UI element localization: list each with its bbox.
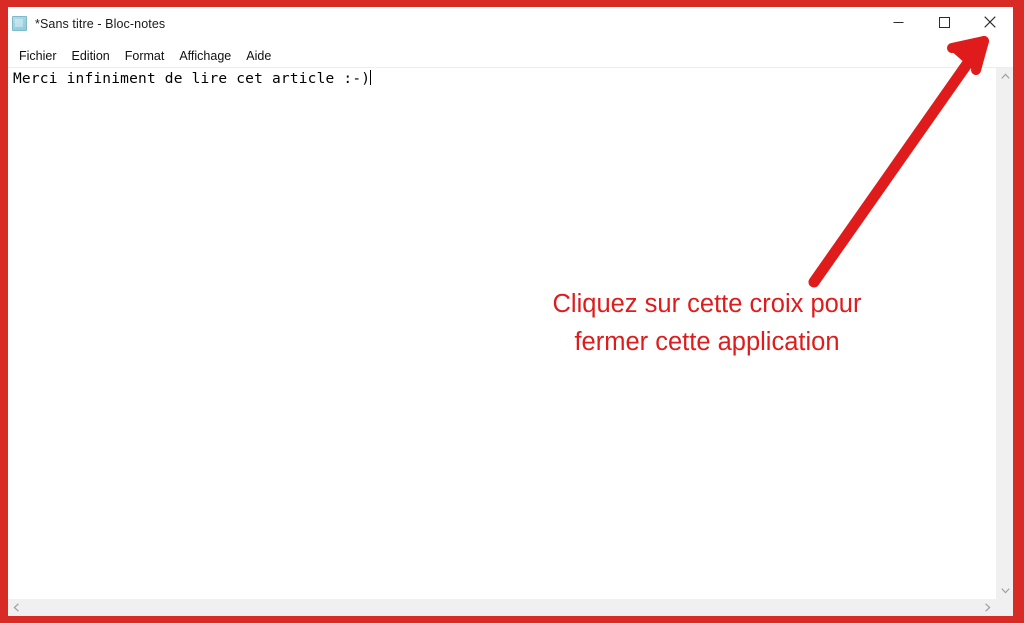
screenshot-root: *Sans titre - Bloc-notes Fichier Edition… bbox=[0, 0, 1024, 623]
chevron-down-icon bbox=[1001, 588, 1010, 594]
chevron-left-icon bbox=[13, 603, 19, 612]
annotation-caption: Cliquez sur cette croix pour fermer cett… bbox=[552, 290, 862, 356]
vertical-scrollbar[interactable] bbox=[996, 68, 1013, 599]
maximize-icon bbox=[938, 16, 950, 28]
menu-item-format[interactable]: Format bbox=[125, 48, 173, 64]
document-text: Merci infiniment de lire cet article :-) bbox=[13, 71, 371, 87]
close-button[interactable] bbox=[967, 7, 1013, 37]
minimize-icon bbox=[893, 21, 903, 23]
menu-bar: Fichier Edition Format Affichage Aide bbox=[8, 44, 1013, 67]
document-text-line: Merci infiniment de lire cet article :-) bbox=[13, 70, 372, 89]
maximize-button[interactable] bbox=[921, 7, 967, 37]
title-bar-left: *Sans titre - Bloc-notes bbox=[12, 16, 165, 31]
notepad-icon bbox=[12, 16, 27, 31]
red-frame-top bbox=[0, 0, 1024, 7]
window-title: *Sans titre - Bloc-notes bbox=[35, 16, 166, 31]
chevron-right-icon bbox=[985, 603, 991, 612]
red-frame-right bbox=[1013, 0, 1024, 623]
menu-item-aide[interactable]: Aide bbox=[246, 48, 279, 64]
red-frame-left bbox=[0, 0, 8, 623]
minimize-button[interactable] bbox=[875, 7, 921, 37]
scroll-left-button[interactable] bbox=[8, 599, 25, 616]
chevron-up-icon bbox=[1001, 73, 1010, 79]
scroll-up-button[interactable] bbox=[997, 68, 1013, 85]
close-icon bbox=[984, 16, 996, 28]
window-controls bbox=[875, 7, 1013, 37]
menu-item-fichier[interactable]: Fichier bbox=[19, 48, 65, 64]
horizontal-scrollbar[interactable] bbox=[8, 599, 1013, 616]
scroll-right-button[interactable] bbox=[979, 599, 996, 616]
menu-item-edition[interactable]: Edition bbox=[72, 48, 118, 64]
title-bar[interactable]: *Sans titre - Bloc-notes bbox=[8, 7, 1013, 45]
scrollbar-corner bbox=[996, 599, 1013, 616]
scroll-down-button[interactable] bbox=[997, 582, 1013, 599]
menu-item-affichage[interactable]: Affichage bbox=[179, 48, 239, 64]
red-frame-bottom bbox=[0, 616, 1024, 623]
text-caret bbox=[370, 70, 372, 85]
